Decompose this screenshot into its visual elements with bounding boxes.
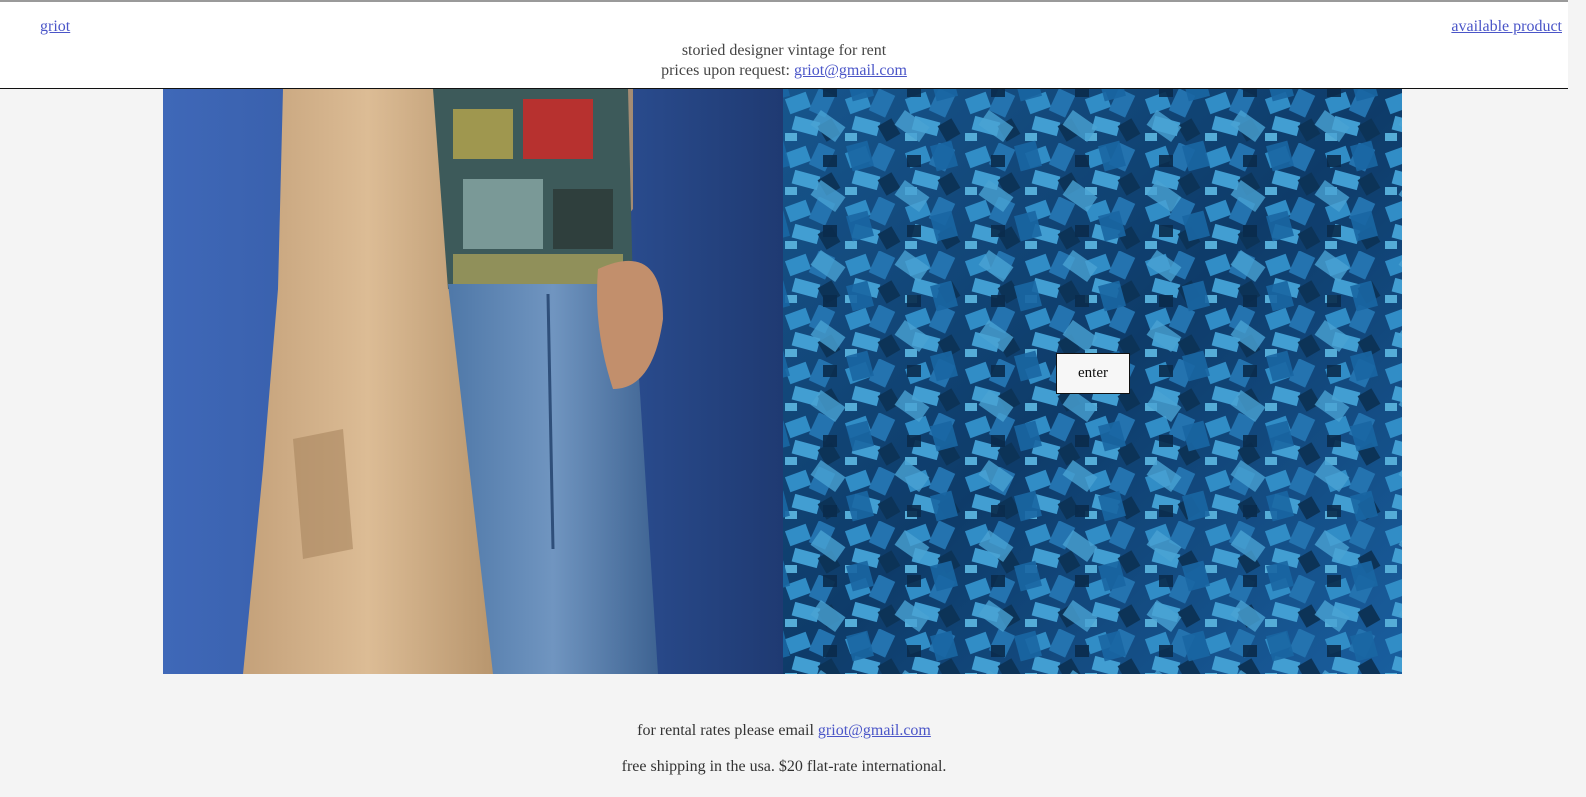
site-header: griot available product storied designer…	[0, 2, 1568, 89]
fashion-photo-image	[163, 89, 783, 674]
page-scrollbar[interactable]	[1568, 0, 1586, 797]
pricing-line: prices upon request: griot@gmail.com	[0, 62, 1568, 80]
brand-link[interactable]: griot	[40, 18, 70, 36]
shipping-info: free shipping in the usa. $20 flat-rate …	[621, 758, 947, 775]
enter-button[interactable]: enter	[1056, 353, 1130, 394]
pricing-prefix: prices upon request:	[661, 62, 794, 79]
pricing-email-link[interactable]: griot@gmail.com	[794, 62, 907, 79]
rates-prefix: for rental rates please email	[637, 722, 818, 739]
rates-email-link[interactable]: griot@gmail.com	[818, 722, 931, 739]
tagline: storied designer vintage for rent	[681, 42, 887, 59]
hero-image-left	[163, 89, 783, 674]
rental-rates-line: for rental rates please email griot@gmai…	[0, 722, 1568, 740]
available-product-link[interactable]: available product	[1451, 18, 1562, 36]
